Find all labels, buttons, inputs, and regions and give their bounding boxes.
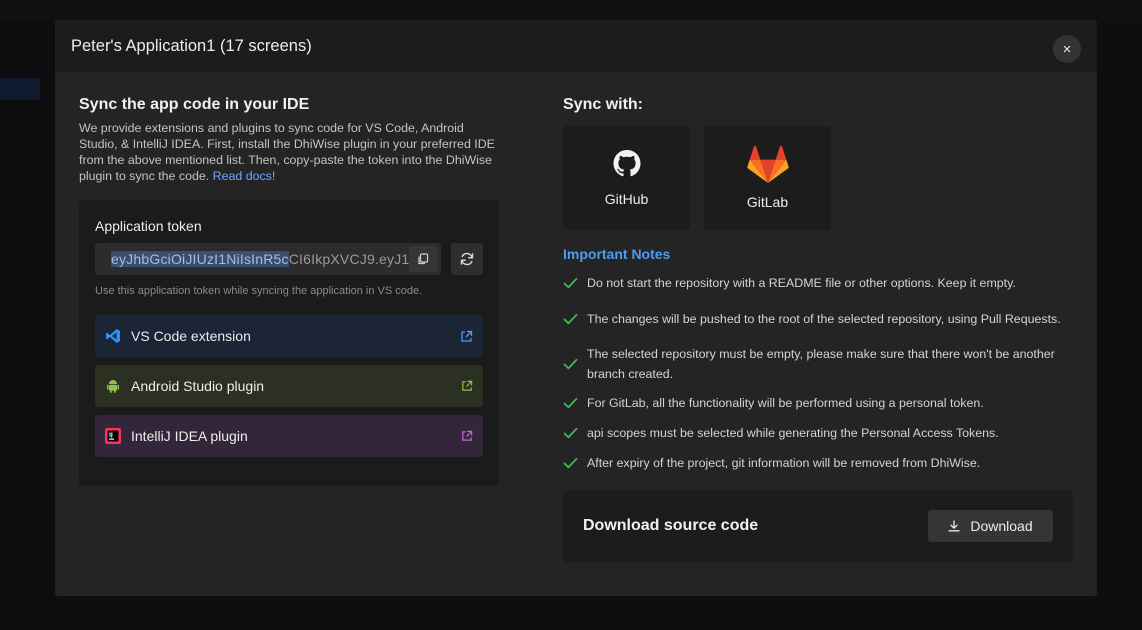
note-item: Do not start the repository with a READM… <box>563 268 1073 298</box>
application-token-field[interactable]: eyJhbGciOiJIUzI1NiIsInR5cCI6IkpXVCJ9.eyJ… <box>95 243 441 275</box>
external-link-icon <box>461 330 473 342</box>
important-notes-heading: Important Notes <box>563 246 671 262</box>
refresh-icon <box>460 252 474 266</box>
note-text: After expiry of the project, git informa… <box>587 456 981 470</box>
android-studio-plugin-link[interactable]: Android Studio plugin <box>95 365 483 407</box>
note-item: The selected repository must be empty, p… <box>563 340 1073 388</box>
sync-modal: Peter's Application1 (17 screens) × Sync… <box>55 20 1097 596</box>
close-button[interactable]: × <box>1053 35 1081 63</box>
ide-sync-description-text: We provide extensions and plugins to syn… <box>79 121 495 183</box>
intellij-icon: IJ <box>105 428 121 444</box>
android-icon <box>107 380 119 393</box>
vscode-extension-label: VS Code extension <box>131 328 251 344</box>
copy-token-button[interactable] <box>409 246 437 272</box>
background-topbar <box>0 0 1142 20</box>
git-sync-section: Sync with: GitHub GitLab Important Notes… <box>563 96 1073 562</box>
github-provider-button[interactable]: GitHub <box>563 126 690 230</box>
vscode-icon <box>106 329 120 343</box>
token-row: eyJhbGciOiJIUzI1NiIsInR5cCI6IkpXVCJ9.eyJ… <box>95 243 483 275</box>
regenerate-token-button[interactable] <box>451 243 483 275</box>
vscode-extension-link[interactable]: VS Code extension <box>95 315 483 357</box>
check-icon <box>563 457 578 469</box>
intellij-plugin-label: IntelliJ IDEA plugin <box>131 428 248 444</box>
download-button-label: Download <box>970 518 1033 534</box>
plugin-list: VS Code extension Android Studio plugin … <box>95 315 483 457</box>
background-sidebar <box>0 20 55 630</box>
note-text: The selected repository must be empty, p… <box>587 347 1055 381</box>
token-value: eyJhbGciOiJIUzI1NiIsInR5cCI6IkpXVCJ9.eyJ… <box>111 251 417 267</box>
ide-sync-description: We provide extensions and plugins to syn… <box>79 120 499 184</box>
background-selected-item <box>0 78 40 100</box>
check-icon <box>563 277 578 289</box>
gitlab-label: GitLab <box>746 194 789 210</box>
note-text: The changes will be pushed to the root o… <box>587 312 1061 326</box>
check-icon <box>563 313 578 325</box>
ide-sync-heading: Sync the app code in your IDE <box>79 96 310 113</box>
github-icon <box>613 150 640 177</box>
github-label: GitHub <box>604 191 649 207</box>
intellij-plugin-link[interactable]: IJ IntelliJ IDEA plugin <box>95 415 483 457</box>
gitlab-provider-button[interactable]: GitLab <box>704 126 831 230</box>
application-token-card: Application token eyJhbGciOiJIUzI1NiIsIn… <box>79 200 499 486</box>
note-text: api scopes must be selected while genera… <box>587 426 999 440</box>
sync-with-heading: Sync with: <box>563 96 644 113</box>
read-docs-link[interactable]: Read docs! <box>213 169 276 183</box>
git-provider-list: GitHub GitLab <box>563 126 1073 230</box>
external-link-icon <box>462 380 473 391</box>
note-item: After expiry of the project, git informa… <box>563 448 1073 478</box>
token-help-text: Use this application token while syncing… <box>95 285 423 297</box>
download-button[interactable]: Download <box>928 510 1053 542</box>
note-text: For GitLab, all the functionality will b… <box>587 396 984 410</box>
download-source-card: Download source code Download <box>563 490 1073 562</box>
check-icon <box>563 397 578 409</box>
android-studio-plugin-label: Android Studio plugin <box>131 378 265 394</box>
token-label: Application token <box>95 218 202 234</box>
note-text: Do not start the repository with a READM… <box>587 276 1016 290</box>
important-notes-list: Do not start the repository with a READM… <box>563 268 1073 478</box>
ide-sync-section: Sync the app code in your IDE We provide… <box>79 96 499 486</box>
note-item: The changes will be pushed to the root o… <box>563 298 1073 340</box>
download-source-title: Download source code <box>583 517 759 534</box>
svg-text:IJ: IJ <box>109 433 113 439</box>
modal-header: Peter's Application1 (17 screens) × <box>55 20 1097 72</box>
token-remaining-text: CI6IkpXVCJ9.eyJ1c <box>288 251 417 267</box>
external-link-icon <box>462 430 473 441</box>
copy-icon <box>418 253 429 265</box>
note-item: For GitLab, all the functionality will b… <box>563 388 1073 418</box>
token-selected-text: eyJhbGciOiJIUzI1NiIsInR5c <box>111 251 289 267</box>
gitlab-icon <box>746 146 789 183</box>
check-icon <box>563 358 578 370</box>
modal-title: Peter's Application1 (17 screens) <box>71 36 312 55</box>
download-icon <box>948 520 961 532</box>
check-icon <box>563 427 578 439</box>
note-item: api scopes must be selected while genera… <box>563 418 1073 448</box>
